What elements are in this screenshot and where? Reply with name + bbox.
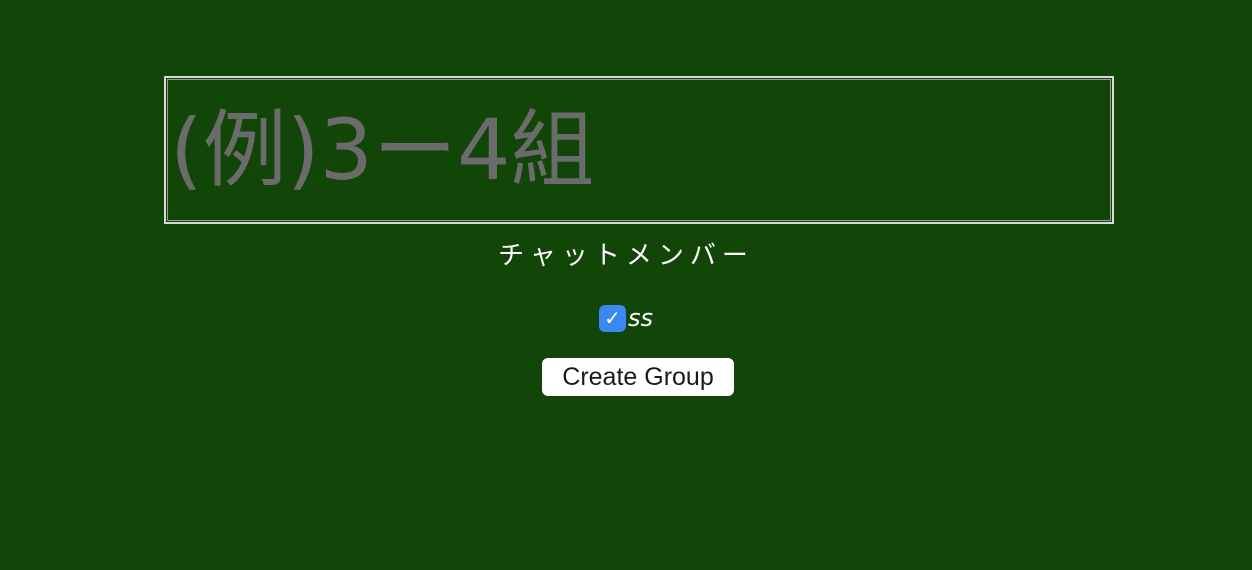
member-list-item[interactable]: ✓ ss xyxy=(0,304,1252,332)
chat-members-heading: チャットメンバー xyxy=(498,241,754,271)
member-name-label: ss xyxy=(627,304,653,332)
create-group-button[interactable]: Create Group xyxy=(542,358,734,396)
member-checkbox[interactable]: ✓ xyxy=(598,304,626,332)
group-name-input[interactable] xyxy=(164,76,1114,224)
